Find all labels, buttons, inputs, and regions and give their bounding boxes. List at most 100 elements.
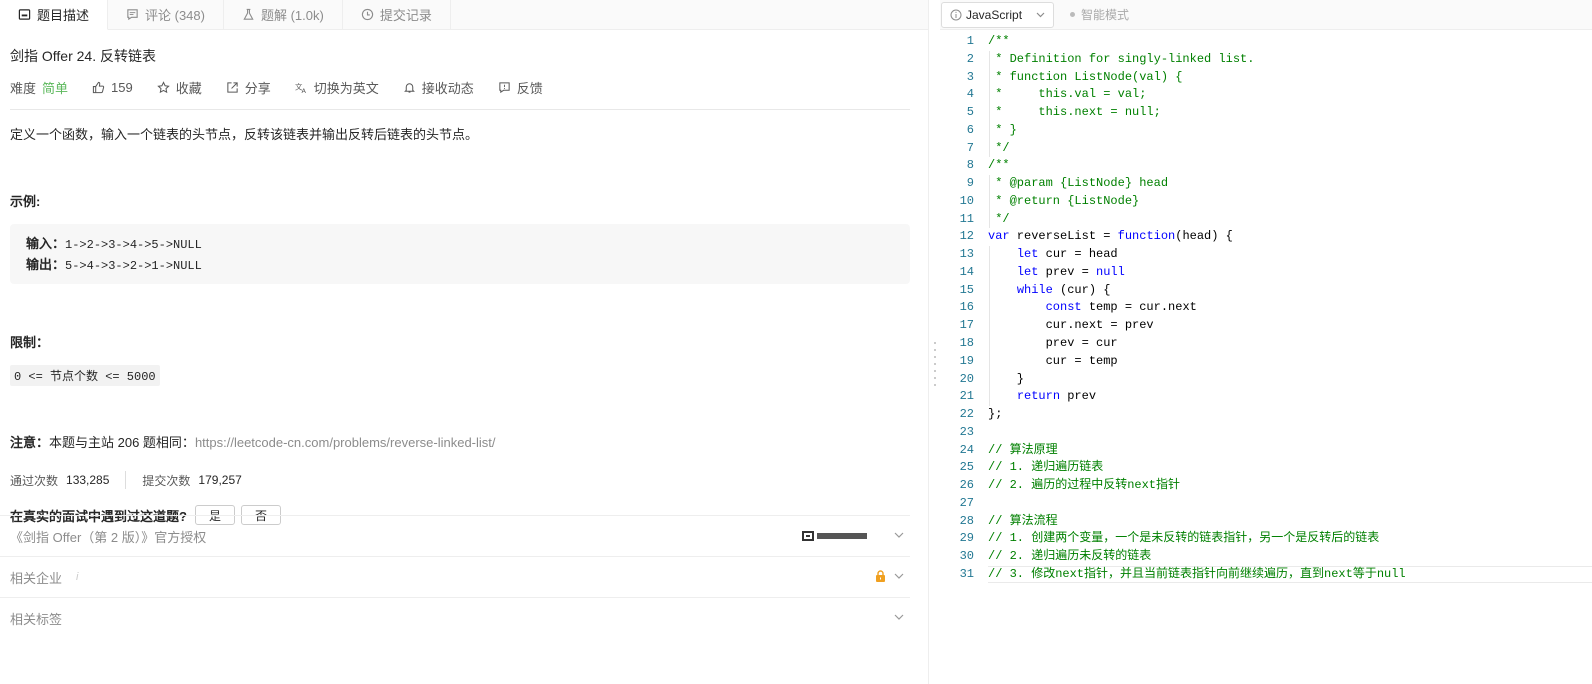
code-line: 13 let cur = head <box>940 246 1592 264</box>
submissions-value: 179,257 <box>198 473 242 487</box>
svg-text:A: A <box>301 87 306 94</box>
code-token: function <box>1117 229 1176 244</box>
code-text: prev = cur <box>988 335 1118 353</box>
line-number: 28 <box>959 513 974 528</box>
code-text: return prev <box>988 388 1096 406</box>
code-text: cur = temp <box>988 353 1118 371</box>
code-token: return <box>1016 389 1061 404</box>
code-token: /** <box>988 158 1010 173</box>
share-button[interactable]: 分享 <box>226 78 271 97</box>
section-tags[interactable]: 相关标签 <box>0 597 910 638</box>
code-token: * } <box>988 122 1017 137</box>
output-value: 5->4->3->2->1->NULL <box>65 259 202 273</box>
favorite-label: 收藏 <box>175 81 202 96</box>
code-line: 19 cur = temp <box>940 352 1592 371</box>
feedback-label: 反馈 <box>516 81 543 96</box>
section-companies[interactable]: 相关企业 i <box>0 556 910 597</box>
code-token: * this.val = val; <box>988 87 1147 102</box>
line-number: 10 <box>959 193 974 208</box>
code-token: * @param {ListNode} head <box>988 176 1169 191</box>
code-text: * function ListNode(val) { <box>988 69 1182 87</box>
code-token: let <box>1016 264 1039 279</box>
code-line: 21 return prev <box>940 388 1592 407</box>
code-line: 25 // 1. 递归遍历链表 <box>940 459 1592 477</box>
line-number: 14 <box>959 264 974 279</box>
stats: 通过次数 133,285 提交次数 179,257 <box>10 471 908 489</box>
line-number: 2 <box>966 51 974 66</box>
tab-comments[interactable]: 评论 (348) <box>108 0 224 29</box>
code-token: cur = head <box>1038 247 1118 262</box>
tab-label: 评论 (348) <box>145 8 205 23</box>
difficulty: 难度 简单 <box>10 78 68 97</box>
section-label: 相关标签 <box>10 611 63 627</box>
chevron-down-icon <box>894 573 904 579</box>
like-button[interactable]: 159 <box>92 80 133 95</box>
code-text: // 2. 递归遍历未反转的链表 <box>988 548 1151 566</box>
section-book-license[interactable]: 《剑指 Offer（第 2 版）》官方授权 <box>0 515 910 556</box>
code-line: 29 // 1. 创建两个变量，一个是未反转的链表指针，另一个是反转后的链表 <box>940 530 1592 548</box>
panel-resize-handle[interactable] <box>933 340 937 390</box>
code-token: cur.next = prev <box>988 318 1154 333</box>
code-text: // 算法原理 <box>988 442 1058 460</box>
section-label: 《剑指 Offer（第 2 版）》官方授权 <box>10 529 207 545</box>
tab-label: 题解 (1.0k) <box>260 8 324 23</box>
clock-icon <box>361 8 373 21</box>
code-token: var <box>988 229 1010 244</box>
language-select[interactable]: JavaScript <box>941 1 1054 28</box>
note-link[interactable]: https://leetcode-cn.com/problems/reverse… <box>195 435 496 450</box>
code-line: 24 // 算法原理 <box>940 442 1592 460</box>
code-line: 17 cur.next = prev <box>940 317 1592 336</box>
code-line: 30 // 2. 递归遍历未反转的链表 <box>940 548 1592 566</box>
code-token: while <box>1016 282 1053 297</box>
code-token: }; <box>988 407 1003 422</box>
code-token: cur = temp <box>988 353 1118 368</box>
line-number: 16 <box>959 300 974 315</box>
difficulty-label: 难度 <box>10 81 37 96</box>
code-line: 6 * } <box>940 121 1592 140</box>
accepted-value: 133,285 <box>66 473 110 487</box>
tab-description[interactable]: 题目描述 <box>0 0 109 30</box>
code-text: */ <box>988 211 1009 229</box>
code-editor[interactable]: 1 /** 2 * Definition for singly-linked lis… <box>940 33 1592 584</box>
smart-mode-toggle[interactable]: 智能模式 <box>1070 6 1129 23</box>
editor-toolbar: JavaScript 智能模式 <box>940 0 1592 30</box>
smart-mode-label: 智能模式 <box>1081 8 1130 22</box>
code-token: const <box>1045 300 1082 315</box>
like-count: 159 <box>111 80 133 95</box>
line-number: 23 <box>959 424 974 439</box>
flask-icon <box>243 8 254 20</box>
code-text: * @return {ListNode} <box>988 193 1139 211</box>
subscribe-button[interactable]: 接收动态 <box>403 78 474 97</box>
favorite-button[interactable]: 收藏 <box>156 78 202 97</box>
code-token: /** <box>988 34 1010 48</box>
line-number: 30 <box>959 549 974 564</box>
code-text: * this.next = null; <box>988 104 1161 122</box>
input-value: 1->2->3->4->5->NULL <box>65 238 202 252</box>
code-token: prev <box>1060 389 1097 404</box>
input-label: 输入： <box>26 236 66 251</box>
code-text: // 1. 递归遍历链表 <box>988 459 1103 477</box>
code-text: * @param {ListNode} head <box>988 175 1168 193</box>
subscribe-label: 接收动态 <box>421 81 474 96</box>
line-number: 13 <box>959 247 974 262</box>
line-number: 29 <box>959 531 974 546</box>
code-token: reverseList = <box>1009 229 1118 244</box>
share-icon <box>227 82 238 93</box>
translate-button[interactable]: 文A 切换为英文 <box>295 78 379 97</box>
tab-label: 题目描述 <box>37 8 90 23</box>
comment-icon <box>127 9 138 21</box>
tab-submissions[interactable]: 提交记录 <box>343 0 451 29</box>
language-value: JavaScript <box>966 7 1023 22</box>
code-line: 11 */ <box>940 210 1592 229</box>
code-line: 31 // 3. 修改next指针，并且当前链表指针向前继续遍历，直到next等于… <box>940 565 1592 584</box>
tab-solutions[interactable]: 题解 (1.0k) <box>224 0 343 29</box>
publisher-logo-icon <box>802 531 867 541</box>
feedback-button[interactable]: 反馈 <box>498 78 543 97</box>
code-token: * Definition for singly-linked list. <box>988 51 1255 66</box>
code-text: * Definition for singly-linked list. <box>988 51 1254 69</box>
chevron-down-icon <box>894 532 904 538</box>
chevron-down-icon <box>1036 12 1045 17</box>
